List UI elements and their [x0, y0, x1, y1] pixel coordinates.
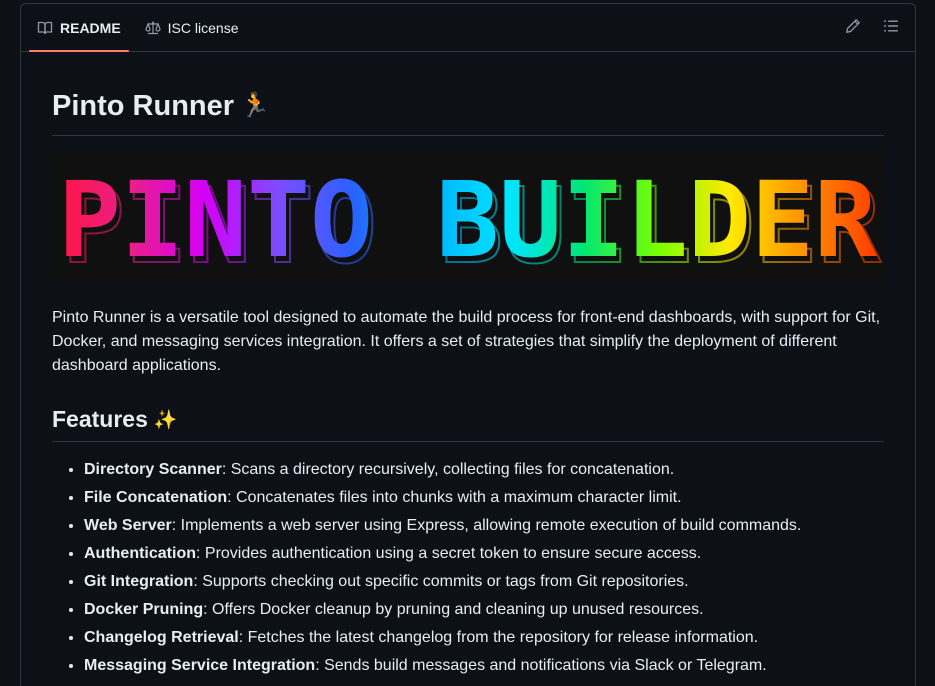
list-item: Directory Scanner: Scans a directory rec… [84, 458, 884, 482]
sparkles-emoji-icon: ✨ [153, 409, 178, 431]
banner-text: PINTO BUILDER [58, 159, 877, 281]
list-unordered-icon [883, 18, 899, 39]
feature-name: Directory Scanner [84, 461, 222, 479]
feature-text: : Offers Docker cleanup by pruning and c… [203, 601, 704, 619]
list-item: Changelog Retrieval: Fetches the latest … [84, 626, 884, 650]
feature-name: Docker Pruning [84, 601, 204, 619]
list-item: Docker Pruning: Offers Docker cleanup by… [84, 598, 884, 622]
feature-text: : Concatenates files into chunks with a … [227, 489, 682, 507]
feature-name: File Concatenation [84, 489, 228, 507]
law-icon [145, 20, 161, 36]
readme-content: Pinto Runner 🏃 PINTO BUILDER PINTO BUILD… [21, 88, 915, 678]
features-heading-text: Features [52, 406, 148, 433]
pinto-builder-banner: PINTO BUILDER PINTO BUILDER [52, 152, 883, 283]
tab-readme[interactable]: README [29, 4, 129, 52]
title-text: Pinto Runner [52, 90, 235, 122]
feature-name: Git Integration [84, 573, 194, 591]
feature-text: : Implements a web server using Express,… [171, 517, 802, 535]
feature-name: Web Server [84, 517, 172, 535]
tab-license[interactable]: ISC license [137, 4, 247, 51]
features-list: Directory Scanner: Scans a directory rec… [52, 458, 884, 678]
feature-text: : Supports checking out specific commits… [193, 573, 689, 591]
list-item: Authentication: Provides authentication … [84, 542, 884, 566]
readme-panel: README ISC license Pinto Runner 🏃 PINTO … [20, 3, 916, 686]
readme-tabbar: README ISC license [21, 4, 915, 52]
feature-name: Changelog Retrieval [84, 629, 239, 647]
feature-text: : Fetches the latest changelog from the … [238, 629, 759, 647]
description: Pinto Runner is a versatile tool designe… [52, 309, 881, 375]
feature-text: : Sends build messages and notifications… [315, 657, 767, 675]
features-heading: Features ✨ [52, 406, 884, 443]
list-item: Git Integration: Supports checking out s… [84, 570, 884, 594]
tab-readme-label: README [60, 19, 121, 36]
feature-text: : Scans a directory recursively, collect… [221, 461, 675, 479]
tab-license-label: ISC license [167, 19, 239, 36]
feature-text: : Provides authentication using a secret… [196, 545, 702, 563]
feature-name: Messaging Service Integration [84, 657, 316, 675]
feature-name: Authentication [84, 545, 196, 563]
list-item: Web Server: Implements a web server usin… [84, 514, 884, 538]
edit-button[interactable] [837, 12, 869, 44]
list-item: File Concatenation: Concatenates files i… [84, 486, 884, 510]
list-item: Messaging Service Integration: Sends bui… [84, 654, 884, 678]
pencil-icon [845, 18, 861, 39]
book-icon [37, 20, 53, 36]
tab-actions [837, 4, 907, 52]
outline-button[interactable] [875, 12, 907, 44]
page-title: Pinto Runner 🏃 [52, 88, 884, 137]
runner-emoji-icon: 🏃 [240, 92, 270, 120]
